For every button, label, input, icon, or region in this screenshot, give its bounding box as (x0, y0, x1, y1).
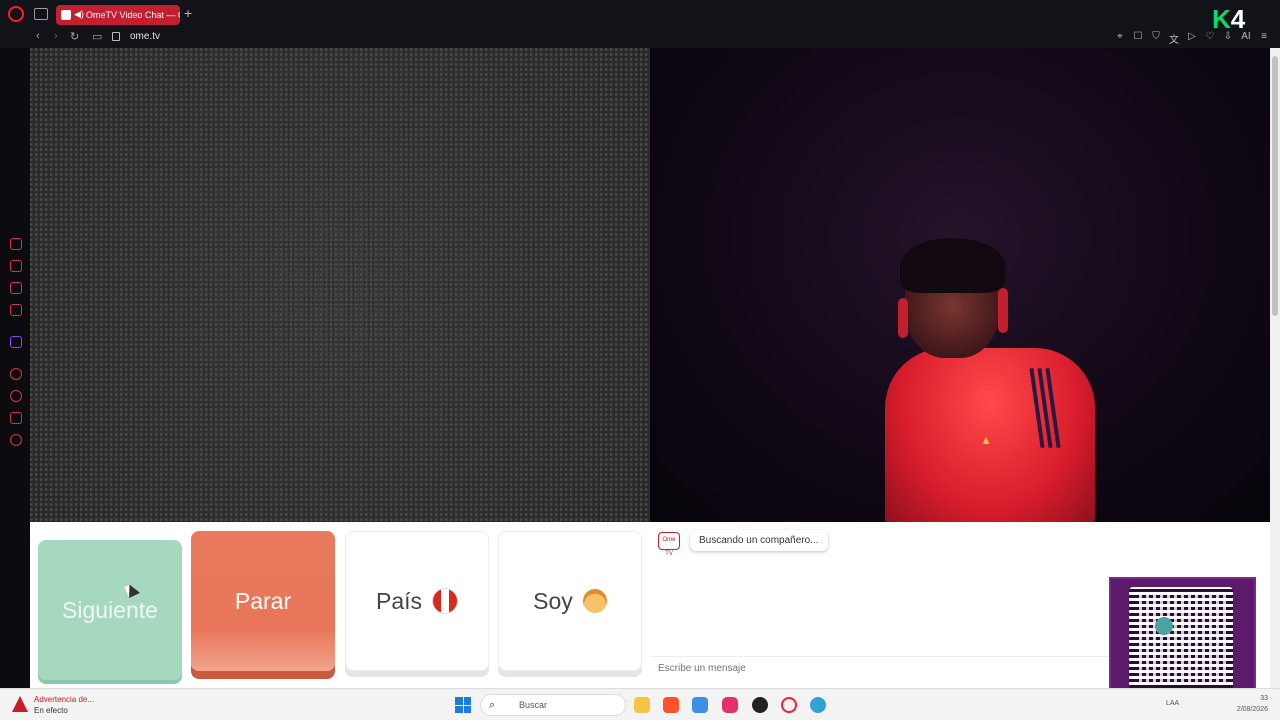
sidebar-news-icon[interactable] (10, 282, 22, 294)
browser-sidebar (0, 48, 30, 688)
brave-icon[interactable] (663, 697, 679, 713)
status-message: Buscando un compañero... (690, 530, 828, 551)
file-explorer-icon[interactable] (634, 697, 650, 713)
tab-title: OmeTV Video Chat — C (86, 10, 180, 20)
sidebar-settings-icon[interactable] (10, 434, 22, 446)
sidebar-store-icon[interactable] (10, 260, 22, 272)
opera-taskbar-icon[interactable] (781, 697, 797, 713)
headset-icon (898, 298, 908, 338)
app-icon[interactable] (692, 697, 708, 713)
gender-button[interactable]: Soy (498, 531, 642, 671)
windows-start-icon[interactable] (455, 697, 471, 713)
opera-logo-icon[interactable] (8, 6, 24, 22)
warning-subtitle: En efecto (34, 706, 68, 715)
translate-icon[interactable]: 文 (1168, 31, 1180, 46)
edge-icon[interactable] (810, 697, 826, 713)
page-scrollbar[interactable] (1270, 48, 1280, 688)
scrollbar-thumb[interactable] (1272, 56, 1278, 316)
reload-icon[interactable]: ↻ (70, 30, 79, 43)
country-button[interactable]: País (345, 531, 489, 671)
windows-taskbar: Advertencia de... En efecto ⌕ Buscar LAA… (0, 688, 1280, 720)
forward-icon[interactable]: › (54, 30, 58, 42)
stop-button[interactable]: Parar (191, 531, 335, 671)
next-button[interactable]: Siguiente (38, 540, 182, 680)
instagram-icon[interactable] (722, 697, 738, 713)
language-indicator[interactable]: LAA (1166, 700, 1179, 707)
camera-icon[interactable]: ▭ (92, 30, 102, 43)
peru-flag-icon (432, 588, 459, 614)
sidebar-twitch-icon[interactable] (10, 336, 22, 348)
ometv-logo-icon: Ome TV (658, 532, 680, 557)
ai-icon[interactable]: AI (1240, 31, 1252, 46)
obs-icon[interactable] (752, 697, 768, 713)
sidebar-player-icon[interactable] (10, 368, 22, 380)
bookmark-icon[interactable]: ☐ (1132, 31, 1144, 46)
taskbar-search[interactable]: ⌕ Buscar (480, 694, 626, 716)
new-tab-button[interactable]: + (184, 5, 192, 21)
speaker-icon[interactable]: ◀) (74, 9, 84, 20)
url-field[interactable]: ome.tv (130, 31, 160, 42)
boy-emoji-icon (582, 589, 607, 613)
shirt-brand-icon: ▲ (980, 433, 992, 447)
lock-icon (112, 32, 120, 41)
sidebar-history-icon[interactable] (10, 390, 22, 402)
sidebar-opera-icon[interactable] (10, 238, 22, 250)
self-camera-video: ▲ (650, 48, 1270, 522)
qr-code-icon (1129, 587, 1233, 691)
toolbar-icons: ⌖ ☐ ⛉ 文 ▷ ♡ ⇩ AI ≡ (1114, 31, 1270, 46)
browser-tab-ometv[interactable]: ◀) OmeTV Video Chat — C (56, 5, 180, 25)
download-icon[interactable]: ⇩ (1222, 31, 1234, 46)
warning-title[interactable]: Advertencia de... (34, 695, 94, 704)
play-icon[interactable]: ▷ (1186, 31, 1198, 46)
pin-icon[interactable]: ⌖ (1114, 31, 1126, 46)
browser-tab-bar: ◀) OmeTV Video Chat — C + K4 (0, 0, 1280, 32)
person-hair (900, 238, 1005, 293)
ometv-favicon-icon (61, 10, 71, 20)
back-icon[interactable]: ‹ (36, 30, 40, 42)
workspaces-icon[interactable] (34, 8, 48, 20)
message-input[interactable] (650, 656, 1120, 680)
menu-icon[interactable]: ≡ (1258, 31, 1270, 46)
address-bar: ‹ › ↻ ▭ ome.tv ⌖ ☐ ⛉ 文 ▷ ♡ ⇩ AI ≡ (0, 28, 1280, 48)
sidebar-messenger-icon[interactable] (10, 304, 22, 316)
heart-icon[interactable]: ♡ (1204, 31, 1216, 46)
system-clock[interactable]: 33 2/08/2026 (1237, 693, 1268, 715)
sidebar-extensions-icon[interactable] (10, 412, 22, 424)
controls-panel: Siguiente Parar País Soy (30, 522, 650, 688)
qr-code-overlay (1109, 577, 1256, 705)
partner-video-static (30, 48, 650, 522)
search-icon: ⌕ (489, 699, 496, 711)
shield-icon[interactable]: ⛉ (1150, 31, 1162, 46)
warning-icon[interactable] (12, 696, 28, 712)
